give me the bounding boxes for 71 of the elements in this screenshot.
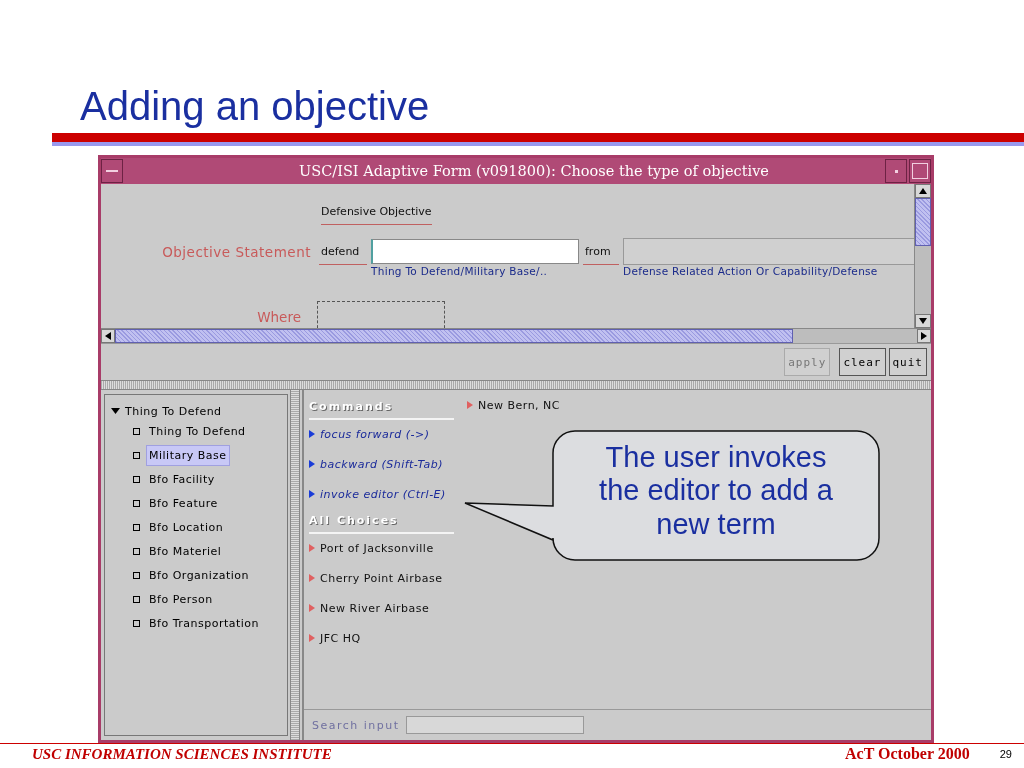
leaf-square-icon (133, 475, 140, 483)
footer-text: USC INFORMATION SCIENCES INSTITUTE (32, 745, 332, 763)
triangle-icon (309, 430, 315, 438)
triangle-icon (309, 604, 315, 612)
leaf-square-icon (133, 571, 140, 579)
callout-text: The user invokes the editor to add a new term (598, 441, 834, 542)
leaf-square-icon (133, 619, 140, 627)
choice-item[interactable]: JFC HQ (320, 632, 361, 645)
command-item[interactable]: focus forward (->) (320, 428, 430, 441)
up-arrow-icon (919, 188, 927, 194)
tree-item[interactable]: Thing To Defend (146, 420, 249, 442)
scroll-up-button[interactable] (915, 184, 931, 198)
horizontal-scrollbar[interactable] (101, 328, 931, 343)
form-heading: Defensive Objective (321, 205, 432, 225)
window-title: USC/ISI Adaptive Form (v091800): Choose the type of objective (298, 163, 770, 179)
search-field[interactable] (405, 716, 584, 734)
choice-item[interactable]: New River Airbase (320, 602, 430, 615)
search-label: Search input (312, 718, 400, 732)
footer-date: AcT October 2000 (845, 745, 970, 763)
tree-item[interactable]: Bfo Person (146, 588, 216, 610)
expand-arrow-icon[interactable] (111, 408, 120, 414)
leaf-square-icon (133, 523, 140, 531)
section-heading: All Choices (309, 512, 454, 534)
triangle-icon (309, 544, 315, 552)
triangle-icon (467, 401, 473, 409)
vertical-scrollbar[interactable] (914, 184, 931, 328)
triangle-icon (309, 490, 315, 498)
from-label: from (583, 238, 619, 265)
tree-item[interactable]: Bfo Location (146, 516, 227, 538)
command-item[interactable]: backward (Shift-Tab) (320, 458, 444, 471)
field-hint: Thing To Defend/Military Base/.. (371, 265, 549, 277)
tree-item[interactable]: Thing To Defend (125, 404, 222, 418)
maximize-button[interactable] (909, 159, 931, 183)
field-hint: Defense Related Action Or Capability/Defense (623, 265, 879, 277)
tree-item[interactable]: Bfo Facility (146, 468, 218, 490)
page-number: 29 (999, 748, 1012, 760)
choice-item[interactable]: Port of Jacksonville (320, 542, 434, 555)
left-arrow-icon (105, 332, 111, 340)
leaf-square-icon (133, 547, 140, 555)
tree-item[interactable]: Military Base (146, 444, 230, 466)
from-field[interactable] (623, 238, 914, 265)
splitter-handle[interactable] (101, 380, 931, 390)
window-menu-button[interactable] (101, 159, 123, 183)
statement-label: Objective Statement (161, 243, 312, 260)
scroll-right-button[interactable] (917, 329, 931, 343)
section-heading: Commands (309, 398, 454, 420)
tree-item[interactable]: Bfo Materiel (146, 540, 225, 562)
defend-field[interactable] (371, 239, 579, 264)
splitter-handle[interactable] (290, 390, 300, 740)
scroll-down-button[interactable] (915, 314, 931, 328)
where-label: Where (256, 309, 301, 327)
tree-item[interactable]: Bfo Organization (146, 564, 252, 586)
leaf-square-icon (133, 595, 140, 603)
leaf-square-icon (133, 427, 140, 435)
form-button[interactable]: quit (888, 348, 927, 376)
triangle-icon (309, 574, 315, 582)
scroll-left-button[interactable] (101, 329, 115, 343)
choice-item[interactable]: Cherry Point Airbase (320, 572, 443, 585)
defend-label: defend (319, 238, 367, 265)
command-item[interactable]: invoke editor (Ctrl-E) (320, 488, 446, 501)
form-button[interactable]: clear (839, 348, 886, 376)
tree-item[interactable]: Bfo Transportation (146, 612, 263, 634)
triangle-icon (309, 634, 315, 642)
triangle-icon (309, 460, 315, 468)
choice-item[interactable]: New Bern, NC (478, 399, 560, 412)
leaf-square-icon (133, 451, 140, 459)
slide-title: Adding an objective (79, 83, 431, 130)
down-arrow-icon (919, 318, 927, 324)
leaf-square-icon (133, 499, 140, 507)
right-arrow-icon (921, 332, 927, 340)
tree-item[interactable]: Bfo Feature (146, 492, 221, 514)
